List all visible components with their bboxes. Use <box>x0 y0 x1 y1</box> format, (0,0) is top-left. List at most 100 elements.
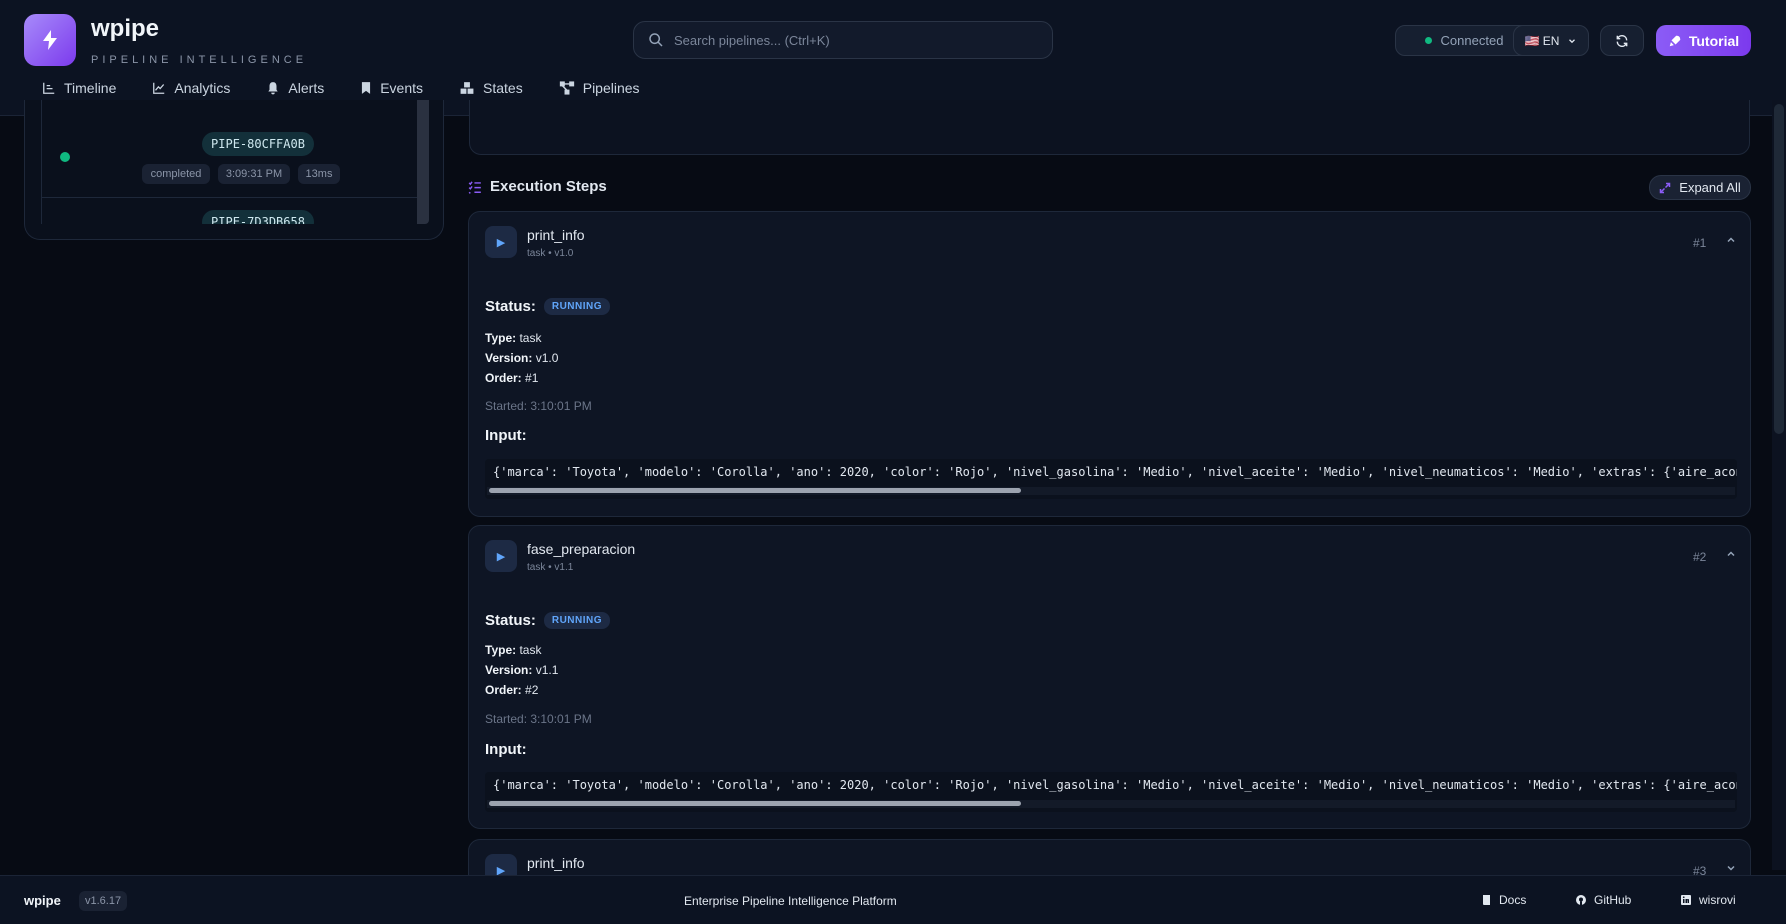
status-label: Status: <box>485 298 536 315</box>
status-label: Status: <box>485 612 536 629</box>
type-value: task <box>519 331 542 345</box>
network-icon <box>559 81 574 95</box>
chevron-down-icon <box>1569 38 1576 43</box>
nav-label: Timeline <box>64 80 117 96</box>
play-icon[interactable]: ▶ <box>485 540 517 572</box>
line-chart-icon <box>153 82 165 94</box>
footer-tagline: Enterprise Pipeline Intelligence Platfor… <box>684 894 897 908</box>
github-icon <box>1576 895 1586 905</box>
order-label: Order: <box>485 371 522 385</box>
chevron-down-icon[interactable] <box>1725 862 1737 874</box>
execution-steps-heading: Execution Steps <box>468 178 607 195</box>
run-status-tag: completed <box>142 164 210 184</box>
connection-status-text: Connected <box>1440 33 1504 48</box>
runs-list[interactable]: PIPE-80CFFA0B completed 3:09:31 PM 13ms … <box>41 100 429 224</box>
timeline-chart-icon <box>43 82 55 94</box>
run-id-badge: PIPE-80CFFA0B <box>202 132 314 156</box>
app-footer: wpipe v1.6.17 Enterprise Pipeline Intell… <box>0 875 1786 924</box>
github-link[interactable]: GitHub <box>1575 893 1631 907</box>
pipeline-summary-card <box>469 100 1750 155</box>
nav-item-alerts[interactable]: Alerts <box>266 80 324 96</box>
scrollbar[interactable] <box>1772 100 1786 870</box>
step-meta: task • v1.0 <box>527 248 574 259</box>
order-value: #2 <box>525 683 539 697</box>
step-number: #2 <box>1693 550 1707 564</box>
run-duration-tag: 13ms <box>298 164 340 184</box>
scrollbar[interactable] <box>417 100 429 224</box>
input-label: Input: <box>485 427 527 444</box>
status-badge: RUNNING <box>543 612 611 629</box>
type-label: Type: <box>485 643 517 657</box>
linkedin-icon <box>1681 895 1691 905</box>
started-time: Started: 3:10:01 PM <box>485 712 592 726</box>
play-icon[interactable]: ▶ <box>485 226 517 258</box>
language-select[interactable]: 🇺🇸 EN <box>1513 25 1589 56</box>
search-input[interactable] <box>674 32 1034 48</box>
chevron-up-icon[interactable] <box>1725 234 1737 246</box>
scrollbar-thumb[interactable] <box>489 488 1021 493</box>
version-value: v1.0 <box>535 351 559 365</box>
bookmark-icon <box>362 82 371 94</box>
type-label: Type: <box>485 331 517 345</box>
app-header: wpipe PIPELINE INTELLIGENCE Connected 🇺🇸… <box>0 0 1786 116</box>
run-id-badge[interactable]: PIPE-7D3DB658 <box>202 210 314 224</box>
horizontal-scrollbar[interactable] <box>487 487 1735 495</box>
scrollbar-thumb[interactable] <box>489 801 1021 806</box>
order-field: Order: #1 <box>485 371 538 385</box>
run-time-tag: 3:09:31 PM <box>218 164 290 184</box>
input-code-text: {'marca': 'Toyota', 'modelo': 'Corolla',… <box>493 778 1737 792</box>
order-label: Order: <box>485 683 522 697</box>
search-box[interactable] <box>633 21 1053 59</box>
lightning-logo-icon[interactable] <box>24 14 76 66</box>
type-value: task <box>519 643 542 657</box>
brand-tagline: PIPELINE INTELLIGENCE <box>91 54 308 66</box>
list-check-icon <box>468 180 481 194</box>
nav-item-timeline[interactable]: Timeline <box>42 80 116 96</box>
author-label: wisrovi <box>1699 893 1736 907</box>
main-nav: Timeline Analytics Alerts Events States … <box>42 80 676 96</box>
scrollbar-thumb[interactable] <box>1774 104 1784 434</box>
horizontal-scrollbar[interactable] <box>487 800 1735 808</box>
tutorial-button[interactable]: Tutorial <box>1656 25 1751 56</box>
started-time: Started: 3:10:01 PM <box>485 399 592 413</box>
step-card: ▶ fase_preparacion task • v1.1 #2 Status… <box>468 525 1751 829</box>
search-icon <box>649 33 663 47</box>
version-field: Version: v1.0 <box>485 351 558 365</box>
order-value: #1 <box>525 371 539 385</box>
nav-label: Pipelines <box>582 80 640 96</box>
status-row: Status: RUNNING <box>485 298 611 315</box>
nav-item-analytics[interactable]: Analytics <box>152 80 230 96</box>
nav-item-pipelines[interactable]: Pipelines <box>559 80 640 96</box>
version-label: Version: <box>485 351 533 365</box>
step-number: #1 <box>1693 236 1707 250</box>
version-value: v1.1 <box>535 663 559 677</box>
expand-all-label: Expand All <box>1679 180 1741 195</box>
tutorial-label: Tutorial <box>1688 32 1740 49</box>
status-dot-icon <box>1424 37 1432 44</box>
expand-all-button[interactable]: Expand All <box>1649 175 1751 200</box>
nav-item-events[interactable]: Events <box>360 80 423 96</box>
docs-label: Docs <box>1499 893 1527 907</box>
step-name[interactable]: print_info <box>527 855 585 871</box>
list-item[interactable]: PIPE-80CFFA0B completed 3:09:31 PM 13ms <box>42 100 418 198</box>
book-icon <box>1483 895 1490 905</box>
type-field: Type: task <box>485 331 541 345</box>
order-field: Order: #2 <box>485 683 538 697</box>
nav-item-states[interactable]: States <box>459 80 523 96</box>
step-name[interactable]: print_info <box>527 227 585 243</box>
input-label: Input: <box>485 741 527 758</box>
input-code-block[interactable]: {'marca': 'Toyota', 'modelo': 'Corolla',… <box>485 459 1737 499</box>
refresh-button[interactable] <box>1600 25 1644 56</box>
version-badge: v1.6.17 <box>79 891 128 911</box>
version-field: Version: v1.1 <box>485 663 558 677</box>
expand-icon <box>1660 182 1671 193</box>
github-label: GitHub <box>1594 893 1632 907</box>
docs-link[interactable]: Docs <box>1481 893 1526 907</box>
footer-brand: wpipe <box>24 893 61 908</box>
author-link[interactable]: wisrovi <box>1680 893 1736 907</box>
bell-icon <box>268 82 279 95</box>
type-field: Type: task <box>485 643 541 657</box>
step-name[interactable]: fase_preparacion <box>527 541 635 557</box>
input-code-block[interactable]: {'marca': 'Toyota', 'modelo': 'Corolla',… <box>485 772 1737 812</box>
chevron-up-icon[interactable] <box>1725 548 1737 560</box>
